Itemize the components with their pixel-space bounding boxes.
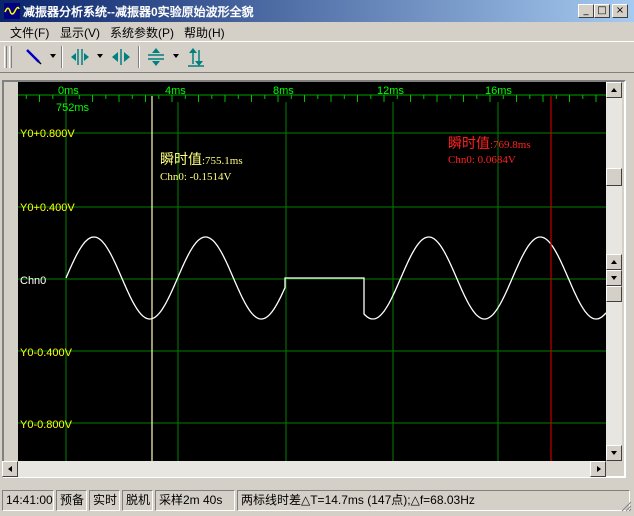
status-time: 14:41:00 [2,490,54,511]
horizontal-zoom-dropdown-arrow[interactable] [97,54,103,58]
vertical-zoom-dropdown-arrow[interactable] [173,54,179,58]
maximize-button[interactable]: □ [594,4,610,18]
toolbar-separator [61,46,63,68]
status-ready: 预备 [56,490,87,511]
horizontal-zoom-icon [71,49,89,65]
pen-dropdown-arrow[interactable] [50,54,56,58]
cursor-2-title: 瞬时值:769.8ms [448,136,531,152]
pen-tool-button[interactable] [22,45,46,69]
x-label-16ms: 16ms [485,85,512,97]
menu-help[interactable]: 帮助(H) [184,24,225,41]
scroll-down-button[interactable] [606,445,622,461]
horizontal-zoom-button[interactable] [68,45,92,69]
chn0-waveform [65,236,606,320]
menu-file[interactable]: 文件(F) [10,24,49,41]
resize-grip-icon[interactable] [620,500,632,512]
minimize-button[interactable]: _ [578,4,594,18]
vertical-zoom-button[interactable] [144,45,168,69]
vertical-scroll-thumb[interactable] [606,168,622,186]
vertical-scrollbar[interactable] [606,82,622,461]
status-bar: 14:41:00 预备 实时 脱机 采样2m 40s 两标线时差△T=14.7m… [0,488,634,514]
vertical-zoom-icon [148,48,164,66]
status-offline: 脱机 [122,490,153,511]
x-offset-label: 752ms [56,102,90,114]
horizontal-move-icon [112,49,130,65]
cursor-1-title: 瞬时值:755.1ms [160,152,243,168]
menu-bar: 文件(F) 显示(V) 系统参数(P) 帮助(H) [0,22,634,41]
toolbar-grip-2[interactable] [9,46,12,68]
scroll-up-button[interactable] [606,82,622,98]
horizontal-scrollbar[interactable] [2,461,606,477]
waveform-plot[interactable]: 0ms 4ms 8ms 12ms 16ms 752ms Y0+0.800V Y0… [18,82,606,461]
waveform-canvas[interactable]: 0ms 4ms 8ms 12ms 16ms 752ms Y0+0.800V Y0… [18,82,606,461]
status-sampling: 采样2m 40s [155,490,235,511]
status-measurement: 两标线时差△T=14.7ms (147点);△f=68.03Hz [237,490,630,511]
toolbar-separator-2 [138,46,140,68]
vertical-grid-lines [65,102,499,461]
title-bar: 减振器分析系统--减振器0实验原始波形全貌 _ □ × [0,0,634,22]
close-button[interactable]: × [612,4,628,18]
vertical-swap-button[interactable] [184,45,208,69]
y-label-minus-0800: Y0-0.800V [20,419,73,431]
app-wave-icon[interactable] [4,3,20,19]
toolbar [0,41,634,73]
cursor-2-value: Chn0: 0.0684V [448,154,516,166]
scroll-up-button-2[interactable] [606,254,622,270]
window-title: 减振器分析系统--减振器0实验原始波形全貌 [23,5,254,19]
scroll-right-button[interactable] [590,461,606,477]
vertical-scroll-thumb-2[interactable] [606,286,622,302]
scroll-down-button-2[interactable] [606,270,622,286]
y-label-plus-0400: Y0+0.400V [20,202,75,214]
horizontal-move-button[interactable] [109,45,133,69]
x-label-4ms: 4ms [165,85,186,97]
x-label-0ms: 0ms [58,85,79,97]
x-label-12ms: 12ms [377,85,404,97]
y-label-chn0: Chn0 [20,275,46,287]
x-label-8ms: 8ms [273,85,294,97]
menu-system-params[interactable]: 系统参数(P) [110,24,174,41]
status-realtime: 实时 [89,490,120,511]
vertical-swap-icon [188,48,204,67]
pen-icon [26,49,42,65]
toolbar-grip[interactable] [4,46,7,68]
y-label-plus-0800: Y0+0.800V [20,128,75,140]
y-label-minus-0400: Y0-0.400V [20,347,73,359]
cursor-1-value: Chn0: -0.1514V [160,171,232,183]
menu-view[interactable]: 显示(V) [60,24,100,41]
scroll-left-button[interactable] [2,461,18,477]
